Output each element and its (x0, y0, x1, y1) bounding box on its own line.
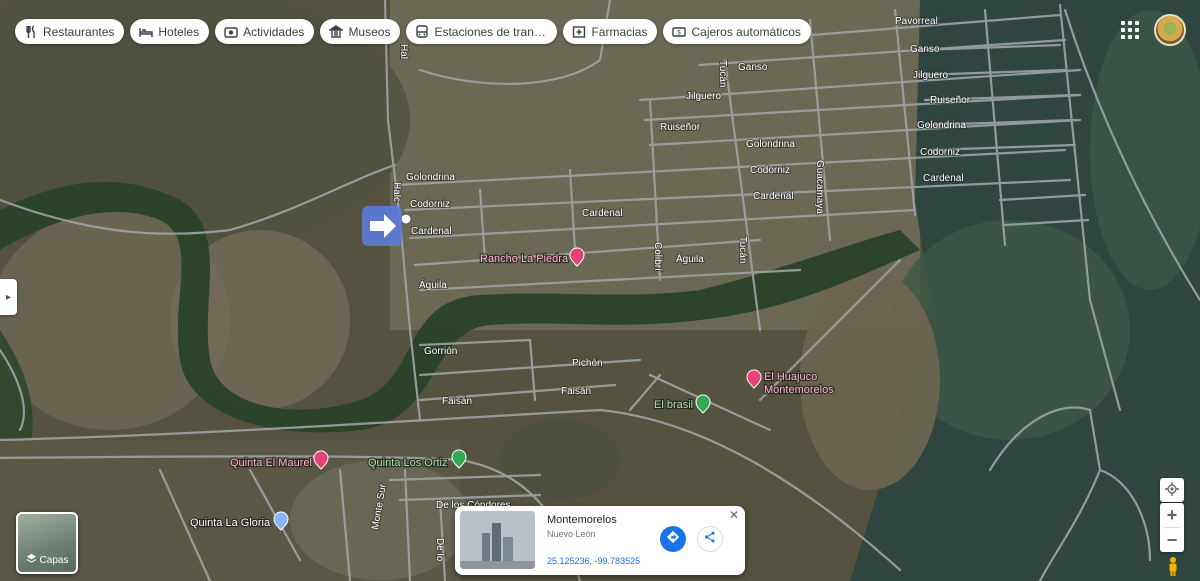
chip-actividades[interactable]: Actividades (215, 19, 315, 44)
svg-text:El brasil: El brasil (654, 399, 693, 411)
crosshair-icon (1165, 480, 1179, 501)
street-label: Faisán (561, 386, 591, 397)
chevron-right-icon: ▸ (5, 291, 12, 303)
place-subtitle: Nuevo León (547, 529, 596, 539)
street-label: Halc (391, 182, 402, 202)
chip-label: Farmacias (591, 24, 648, 39)
pharmacy-icon (572, 25, 586, 39)
place-info-card[interactable]: Montemorelos Nuevo León 25.125236, -99.7… (455, 506, 745, 575)
chip-cajeros[interactable]: $ Cajeros automáticos (663, 19, 811, 44)
chip-label: Hoteles (158, 24, 200, 39)
svg-text:Montemorelos: Montemorelos (764, 384, 834, 396)
directions-icon (666, 530, 680, 549)
chip-estaciones[interactable]: Estaciones de transp… (406, 19, 558, 44)
chip-museos[interactable]: Museos (320, 19, 401, 44)
minus-icon: − (1166, 529, 1178, 550)
layers-button[interactable]: Capas (16, 512, 78, 574)
chip-label: Museos (348, 24, 391, 39)
fork-knife-icon (24, 24, 38, 39)
museum-icon (328, 24, 345, 39)
street-label: Codorniz (410, 199, 450, 210)
svg-text:Quinta El Maurel: Quinta El Maurel (230, 457, 312, 469)
place-coordinates[interactable]: 25.125236, -99.783525 (547, 556, 640, 566)
close-card-button[interactable]: ✕ (729, 508, 739, 522)
place-photo[interactable] (460, 511, 535, 569)
street-label: Golondrina (406, 172, 455, 183)
street-label: Águila (676, 252, 704, 265)
svg-text:Rancho La Piedra: Rancho La Piedra (480, 253, 569, 265)
street-view-pegman-icon[interactable] (1166, 556, 1180, 576)
street-label: Pavorreal (895, 16, 938, 27)
expand-side-panel-button[interactable]: ▸ (0, 279, 17, 315)
street-label: Ruiseñor (930, 95, 971, 106)
navigation-arrow-icon[interactable] (362, 206, 402, 246)
street-label: Ganso (738, 62, 768, 73)
street-label: Codorniz (750, 165, 790, 176)
directions-button[interactable] (660, 526, 686, 552)
atm-icon: $ (672, 25, 687, 39)
chip-restaurantes[interactable]: Restaurantes (15, 19, 125, 44)
street-label: Jilguero (686, 91, 721, 102)
svg-text:Quinta La Gloria: Quinta La Gloria (190, 517, 271, 529)
chip-label: Cajeros automáticos (691, 24, 801, 39)
place-pin[interactable] (400, 213, 412, 225)
chip-label: Actividades (243, 24, 305, 39)
zoom-control: + − (1160, 503, 1184, 552)
chip-hoteles[interactable]: Hoteles (130, 19, 210, 44)
chip-label: Restaurantes (43, 24, 115, 39)
camera-icon (224, 25, 238, 39)
place-title: Montemorelos (547, 514, 617, 526)
street-label: De lo (434, 538, 445, 562)
street-label: Hal (398, 44, 409, 59)
street-label: Cardenal (753, 191, 794, 202)
street-label: Golondrina (746, 139, 795, 150)
street-label: Ganso (910, 44, 940, 55)
street-label: Jilguero (913, 70, 948, 81)
bus-icon (415, 24, 429, 39)
category-chips: Restaurantes Hoteles Actividades Museos … (15, 19, 811, 44)
street-label: Cardenal (582, 208, 623, 219)
my-location-control (1160, 478, 1184, 502)
street-label: Cardenal (923, 173, 964, 184)
layers-icon (26, 553, 37, 567)
svg-text:El Huajuco: El Huajuco (764, 371, 817, 383)
street-label: Faisán (442, 396, 472, 407)
street-label: Cardenal (411, 226, 452, 237)
close-icon: ✕ (728, 508, 739, 522)
share-button[interactable] (697, 526, 723, 552)
street-label: Pichón (572, 358, 603, 369)
street-label: Colibrí (652, 242, 663, 271)
apps-grid-icon[interactable] (1120, 20, 1140, 40)
svg-text:Quinta Los Ortiz: Quinta Los Ortiz (368, 457, 447, 469)
bed-icon (139, 25, 154, 39)
street-label: Golondrina (917, 120, 966, 131)
street-label: Tucán (717, 60, 728, 87)
street-label: Águila (419, 278, 447, 291)
chip-farmacias[interactable]: Farmacias (563, 19, 658, 44)
street-label: Codorniz (920, 147, 960, 158)
layers-label: Capas (39, 554, 69, 566)
zoom-out-button[interactable]: − (1160, 528, 1184, 552)
share-icon (704, 530, 716, 548)
my-location-button[interactable] (1160, 478, 1184, 502)
street-label: Tucán (737, 236, 748, 263)
street-label: Gorrión (424, 346, 457, 357)
street-label: Ruiseñor (660, 122, 701, 133)
chip-label: Estaciones de transp… (434, 24, 548, 39)
account-controls (1120, 14, 1186, 46)
avatar[interactable] (1154, 14, 1186, 46)
satellite-map[interactable]: Pavorreal Ganso Ganso Jilguero Jilguero … (0, 0, 1200, 581)
zoom-in-button[interactable]: + (1160, 503, 1184, 527)
street-label: Guacamaya (814, 160, 825, 214)
plus-icon: + (1166, 504, 1178, 525)
